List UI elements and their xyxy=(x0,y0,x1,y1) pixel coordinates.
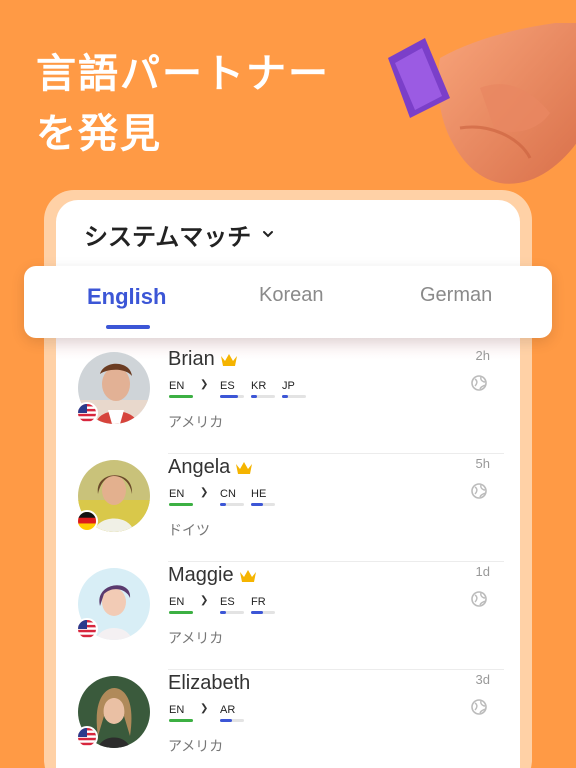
learning-language: FR xyxy=(251,596,282,614)
tab-german[interactable]: German xyxy=(420,284,492,307)
user-name-row: Angela xyxy=(168,456,254,479)
active-tab-indicator xyxy=(106,325,150,329)
crown-icon xyxy=(220,353,237,366)
native-language: EN xyxy=(169,596,200,614)
tab-korean[interactable]: Korean xyxy=(259,284,324,307)
last-active-time: 3d xyxy=(475,672,490,687)
globe-icon[interactable] xyxy=(470,374,488,392)
crown-icon xyxy=(239,569,256,582)
language-levels: EN ❯ ES KR JP xyxy=(169,379,313,398)
user-country: アメリカ xyxy=(168,739,224,755)
user-country: アメリカ xyxy=(168,415,224,431)
globe-icon[interactable] xyxy=(470,482,488,500)
user-name: Angela xyxy=(168,456,231,478)
crown-icon xyxy=(236,461,253,474)
user-name: Elizabeth xyxy=(168,672,251,694)
arrow-right-icon: ❯ xyxy=(200,379,209,390)
user-row[interactable]: Angela EN ❯ CN HE ドイツ 5h xyxy=(56,454,520,562)
learning-language: ES xyxy=(220,596,251,614)
native-language: EN xyxy=(169,488,200,506)
learning-language: KR xyxy=(251,380,282,398)
chevron-down-icon xyxy=(263,231,274,238)
arrow-right-icon: ❯ xyxy=(200,487,209,498)
user-name-row: Maggie xyxy=(168,564,258,587)
language-levels: EN ❯ CN HE xyxy=(169,487,282,506)
learning-language: ES xyxy=(220,380,251,398)
language-tabs: English Korean German xyxy=(24,266,552,338)
globe-icon[interactable] xyxy=(470,698,488,716)
user-name-row: Brian xyxy=(168,348,239,371)
user-row[interactable]: Brian EN ❯ ES KR JP アメリカ 2h xyxy=(56,346,520,454)
arrow-right-icon: ❯ xyxy=(200,703,209,714)
match-mode-label: システムマッチ xyxy=(84,222,252,251)
hero-line-2: を発見 xyxy=(36,111,162,157)
native-language: EN xyxy=(169,704,200,722)
learning-language: HE xyxy=(251,488,282,506)
arrow-right-icon: ❯ xyxy=(200,595,209,606)
last-active-time: 5h xyxy=(475,456,490,471)
tab-english[interactable]: English xyxy=(87,284,166,310)
last-active-time: 1d xyxy=(475,564,490,579)
hero-line-1: 言語パートナー xyxy=(36,51,330,97)
match-mode-dropdown[interactable]: システムマッチ xyxy=(84,214,275,254)
flag-de-icon xyxy=(76,510,98,532)
globe-icon[interactable] xyxy=(470,590,488,608)
user-row[interactable]: Elizabeth EN ❯ AR アメリカ 3d xyxy=(56,670,520,768)
handshake-illustration xyxy=(388,23,576,184)
user-country: アメリカ xyxy=(168,631,224,647)
learning-language: CN xyxy=(220,488,251,506)
flag-us-icon xyxy=(76,726,98,748)
user-name: Brian xyxy=(168,348,215,370)
hero-title: 言語パートナー を発見 xyxy=(36,44,330,164)
flag-us-icon xyxy=(76,402,98,424)
user-name: Maggie xyxy=(168,564,234,586)
flag-us-icon xyxy=(76,618,98,640)
last-active-time: 2h xyxy=(475,348,490,363)
user-country: ドイツ xyxy=(168,523,210,539)
language-levels: EN ❯ AR xyxy=(169,703,251,722)
native-language: EN xyxy=(169,380,200,398)
user-row[interactable]: Maggie EN ❯ ES FR アメリカ 1d xyxy=(56,562,520,670)
learning-language: JP xyxy=(282,380,313,398)
language-levels: EN ❯ ES FR xyxy=(169,595,282,614)
user-name-row: Elizabeth xyxy=(168,672,250,695)
learning-language: AR xyxy=(220,704,251,722)
